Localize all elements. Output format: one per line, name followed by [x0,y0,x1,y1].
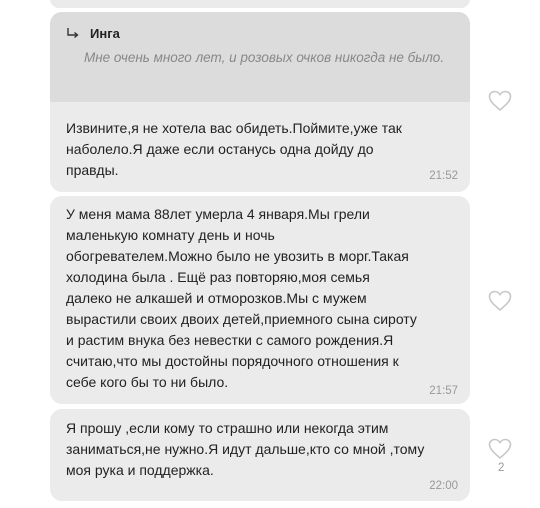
like-button[interactable] [488,90,512,112]
like-button[interactable] [488,290,512,312]
quoted-reply[interactable]: Инга Мне очень много лет, и розовых очко… [50,12,470,102]
quote-text: Мне очень много лет, и розовых очков ник… [84,50,445,65]
message-bubble: Я прошу ,если кому то страшно или некогд… [50,409,470,501]
like-button[interactable] [488,438,512,460]
heart-outline-icon [488,290,512,312]
message-text: Извините,я не хотела вас обидеть.Поймите… [66,120,402,178]
message-time: 21:52 [429,170,458,182]
message-text: Я прошу ,если кому то страшно или некогд… [66,420,425,478]
message-time: 21:57 [429,385,458,397]
like-count: 2 [498,462,505,474]
heart-outline-icon [488,90,512,112]
reply-arrow-icon [66,27,80,41]
heart-outline-icon [488,438,512,460]
quote-author: Инга [90,26,120,41]
message-text: У меня мама 88лет умерла 4 января.Мы гре… [66,206,417,390]
previous-message-bubble [50,0,470,8]
message-bubble: У меня мама 88лет умерла 4 января.Мы гре… [50,196,470,404]
message-bubble: Инга Мне очень много лет, и розовых очко… [50,12,470,192]
message-time: 22:00 [429,480,458,492]
